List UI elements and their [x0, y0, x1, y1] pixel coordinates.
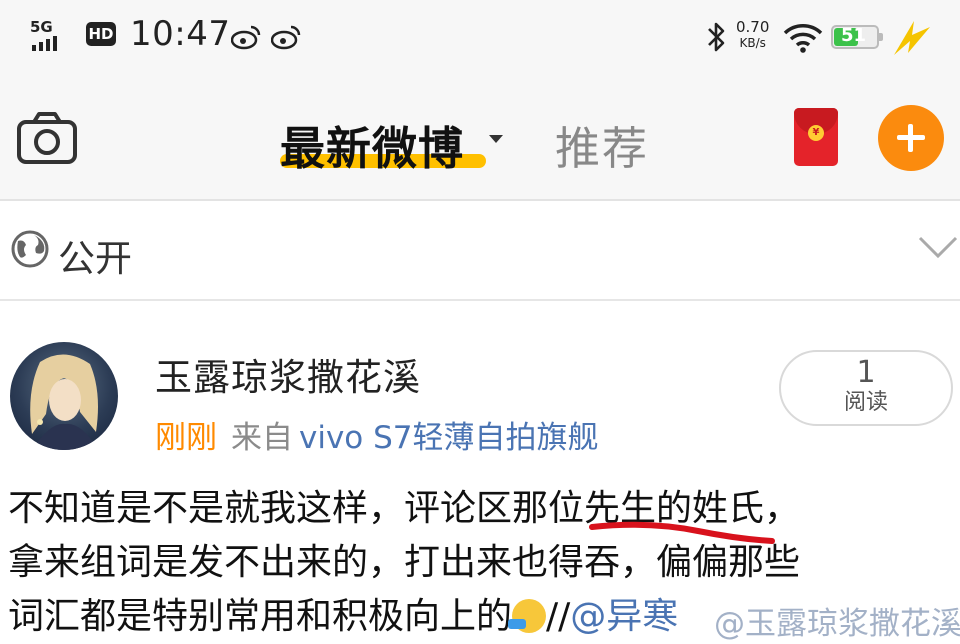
cellular-signal-icon: 5G — [30, 18, 76, 52]
avatar-image — [30, 354, 99, 450]
tab-latest-weibo[interactable]: 最新微博 — [280, 112, 486, 175]
source-prefix: 来自 — [231, 420, 293, 456]
network-speed: 0.70 KB/s — [736, 18, 770, 50]
wifi-icon — [783, 24, 823, 53]
mention-link[interactable]: @异寒 — [570, 596, 678, 637]
hd-icon: HD — [86, 22, 116, 46]
post-meta: 刚刚 来自 vivo S7轻薄自拍旗舰 — [155, 412, 599, 457]
avatar[interactable] — [10, 342, 118, 450]
red-underline-mark — [589, 521, 775, 544]
emoji-icon — [508, 599, 547, 633]
visibility-row[interactable]: 公开 — [0, 201, 960, 301]
network-type: 5G — [30, 18, 53, 36]
author-name[interactable]: 玉露琼浆撒花溪 — [155, 347, 421, 401]
chevron-down-icon[interactable] — [918, 234, 958, 260]
read-count-badge[interactable]: 1 阅读 — [779, 350, 953, 426]
read-label: 阅读 — [843, 390, 888, 415]
watermark: @玉露琼浆撒花溪 — [714, 606, 960, 642]
compose-plus-button[interactable] — [878, 105, 944, 171]
top-nav-bar: 最新微博 推荐 ¥ — [0, 75, 960, 201]
caret-down-icon[interactable] — [489, 135, 503, 143]
tab-recommend[interactable]: 推荐 — [555, 112, 649, 177]
battery-icon: 51 — [831, 25, 883, 49]
bluetooth-icon — [708, 22, 725, 52]
battery-level: 51 — [841, 25, 867, 46]
charging-bolt-icon — [894, 21, 930, 55]
weibo-icon — [271, 25, 301, 50]
device-source-link[interactable]: vivo S7轻薄自拍旗舰 — [299, 420, 599, 456]
status-bar: 5G HD 10:47 0.70 KB/s 51 — [0, 0, 960, 75]
post-body-line: 拿来组词是发不出来的，打出来也得吞，偏偏那些 — [8, 542, 801, 583]
tab-latest-label: 最新微博 — [280, 122, 465, 175]
read-count: 1 — [856, 355, 876, 390]
visibility-label: 公开 — [58, 237, 132, 280]
weibo-icon — [231, 25, 261, 50]
post-time: 刚刚 — [155, 420, 217, 456]
post-body-line: 不知道是不是就我这样，评论区那位先生的姓氏， — [8, 488, 801, 529]
red-packet-icon[interactable]: ¥ — [794, 108, 838, 166]
clock: 10:47 — [130, 14, 231, 54]
camera-icon[interactable] — [16, 111, 78, 165]
globe-icon — [11, 230, 49, 268]
